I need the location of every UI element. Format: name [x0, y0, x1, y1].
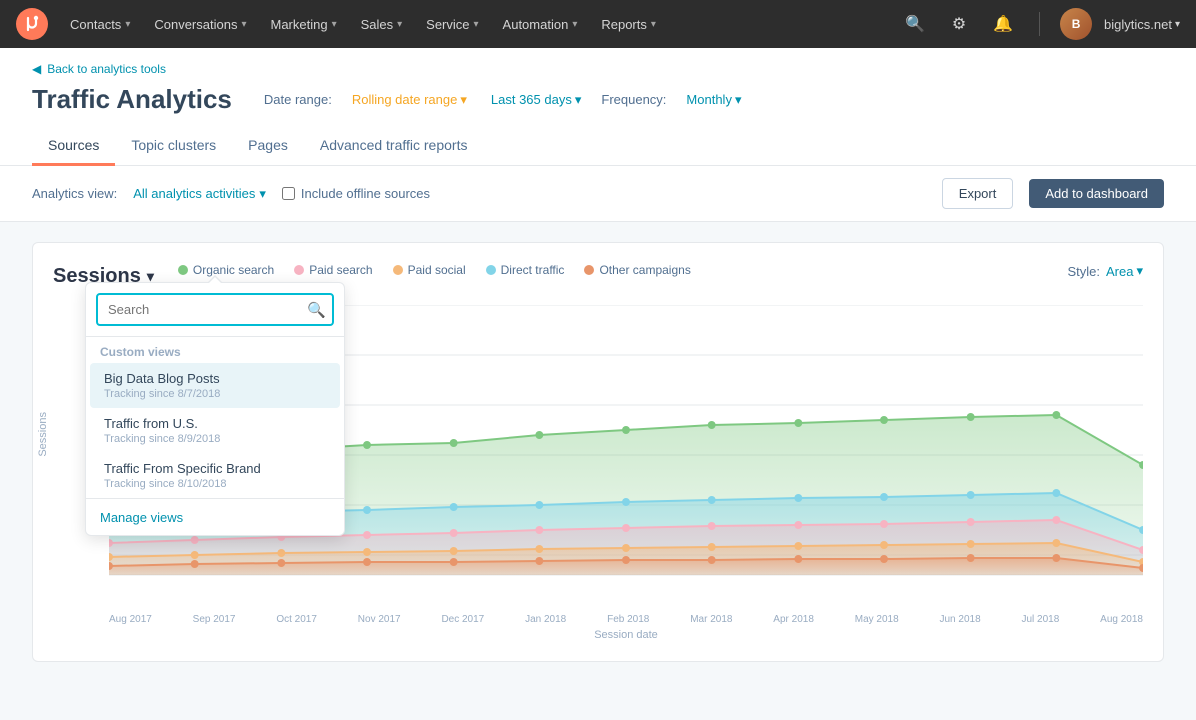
dropdown-item-us-traffic[interactable]: Traffic from U.S. Tracking since 8/9/201…	[90, 408, 340, 453]
date-period-button[interactable]: Last 365 days ▾	[487, 90, 585, 110]
legend-dot-organic	[178, 265, 188, 275]
analytics-view-dropdown-panel: 🔍 Custom views Big Data Blog Posts Track…	[85, 282, 345, 536]
x-axis-title: Session date	[109, 629, 1143, 641]
legend-other-campaigns: Other campaigns	[584, 263, 690, 277]
dropdown-search-row: 🔍	[86, 283, 344, 337]
legend-dot-paid-social	[393, 265, 403, 275]
dropdown-item-brand-traffic[interactable]: Traffic From Specific Brand Tracking sin…	[90, 453, 340, 498]
nav-reports[interactable]: Reports ▾	[591, 11, 666, 38]
tab-topic-clusters[interactable]: Topic clusters	[115, 127, 232, 166]
legend-row: Organic search Paid search Paid social D…	[178, 263, 691, 277]
dropdown-item-big-data[interactable]: Big Data Blog Posts Tracking since 8/7/2…	[90, 363, 340, 408]
manage-views-button[interactable]: Manage views	[100, 510, 183, 525]
chevron-down-icon: ▾	[575, 92, 582, 108]
legend-organic-search: Organic search	[178, 263, 274, 277]
chevron-down-icon: ▾	[125, 19, 130, 30]
legend-dot-direct	[486, 265, 496, 275]
legend-dot-paid-search	[294, 265, 304, 275]
export-button[interactable]: Export	[942, 178, 1014, 209]
hubspot-logo[interactable]	[16, 8, 48, 40]
analytics-view-dropdown[interactable]: All analytics activities ▾	[133, 186, 266, 202]
page-header: ◀ Back to analytics tools Traffic Analyt…	[0, 48, 1196, 166]
nav-automation[interactable]: Automation ▾	[493, 11, 588, 38]
notifications-icon[interactable]: 🔔	[987, 8, 1019, 40]
dropdown-section-label: Custom views	[86, 337, 344, 363]
chevron-down-icon: ▾	[332, 19, 337, 30]
breadcrumb[interactable]: ◀ Back to analytics tools	[32, 48, 1164, 84]
offline-sources-checkbox[interactable]	[282, 187, 295, 200]
nav-conversations[interactable]: Conversations ▾	[144, 11, 256, 38]
filter-group: Date range: Rolling date range ▾ Last 36…	[264, 90, 746, 110]
nav-service[interactable]: Service ▾	[416, 11, 488, 38]
chevron-down-icon: ▾	[259, 186, 266, 202]
search-icon[interactable]: 🔍	[899, 8, 931, 40]
add-dashboard-button[interactable]: Add to dashboard	[1029, 179, 1164, 208]
chevron-down-icon: ▾	[735, 92, 742, 108]
style-dropdown-button[interactable]: Area ▾	[1106, 263, 1143, 279]
title-row: Traffic Analytics Date range: Rolling da…	[32, 84, 1164, 115]
search-icon[interactable]: 🔍	[307, 301, 326, 319]
tab-pages[interactable]: Pages	[232, 127, 304, 166]
nav-marketing[interactable]: Marketing ▾	[260, 11, 346, 38]
chevron-down-icon: ▾	[460, 92, 467, 108]
legend-paid-search: Paid search	[294, 263, 372, 277]
back-arrow-icon: ◀	[32, 62, 41, 76]
x-axis-labels: Aug 2017 Sep 2017 Oct 2017 Nov 2017 Dec …	[109, 608, 1143, 625]
search-input[interactable]	[96, 293, 334, 326]
legend-paid-social: Paid social	[393, 263, 466, 277]
legend-direct-traffic: Direct traffic	[486, 263, 565, 277]
user-avatar[interactable]: B	[1060, 8, 1092, 40]
tab-advanced[interactable]: Advanced traffic reports	[304, 127, 484, 166]
page-title: Traffic Analytics	[32, 84, 232, 115]
toolbar-row: Analytics view: All analytics activities…	[0, 166, 1196, 222]
date-range-button[interactable]: Rolling date range ▾	[348, 90, 471, 110]
legend-dot-other	[584, 265, 594, 275]
nav-icons-group: 🔍 ⚙ 🔔 B biglytics.net ▾	[899, 8, 1180, 40]
chevron-down-icon: ▾	[241, 19, 246, 30]
tabs-row: Sources Topic clusters Pages Advanced tr…	[32, 127, 1164, 165]
nav-divider	[1039, 12, 1040, 36]
chevron-down-icon: ▾	[572, 19, 577, 30]
chevron-down-icon: ▾	[1175, 19, 1180, 30]
nav-sales[interactable]: Sales ▾	[351, 11, 413, 38]
style-selector-row: Style: Area ▾	[1067, 263, 1143, 279]
top-navigation: Contacts ▾ Conversations ▾ Marketing ▾ S…	[0, 0, 1196, 48]
main-content: 🔍 Custom views Big Data Blog Posts Track…	[0, 222, 1196, 682]
nav-contacts[interactable]: Contacts ▾	[60, 11, 140, 38]
domain-selector[interactable]: biglytics.net ▾	[1104, 17, 1180, 32]
chevron-down-icon: ▾	[397, 19, 402, 30]
offline-sources-checkbox-row: Include offline sources	[282, 186, 430, 201]
dropdown-footer: Manage views	[86, 498, 344, 535]
dropdown-list: Custom views Big Data Blog Posts Trackin…	[86, 337, 344, 498]
y-axis-label: Sessions	[37, 412, 49, 457]
chevron-down-icon: ▾	[1136, 263, 1143, 279]
settings-icon[interactable]: ⚙	[943, 8, 975, 40]
chevron-down-icon: ▾	[474, 19, 479, 30]
frequency-button[interactable]: Monthly ▾	[682, 90, 745, 110]
chevron-down-icon: ▾	[651, 19, 656, 30]
tab-sources[interactable]: Sources	[32, 127, 115, 166]
search-wrapper: 🔍	[96, 293, 334, 326]
